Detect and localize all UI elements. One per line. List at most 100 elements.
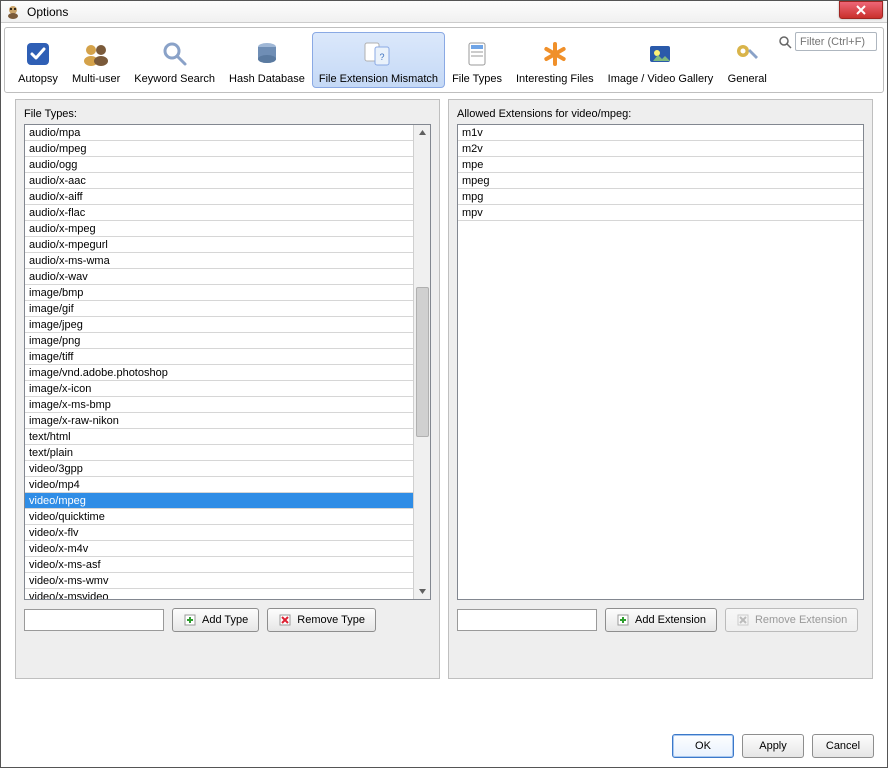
- toolbar-item-autopsy[interactable]: Autopsy: [11, 32, 65, 88]
- apply-button[interactable]: Apply: [742, 734, 804, 758]
- gallery-icon: [640, 37, 680, 71]
- scrollbar-vertical[interactable]: [413, 125, 430, 599]
- filter-area: [778, 32, 877, 51]
- list-item[interactable]: mpg: [458, 189, 863, 205]
- shield-check-icon: [18, 37, 58, 71]
- list-item[interactable]: audio/x-aiff: [25, 189, 413, 205]
- remove-extension-button[interactable]: Remove Extension: [725, 608, 858, 632]
- add-type-input[interactable]: [24, 609, 164, 631]
- toolbar-label: File Types: [452, 73, 502, 85]
- allowed-extensions-list-container: m1vm2vmpempegmpgmpv: [457, 124, 864, 600]
- toolbar-item-keyword-search[interactable]: Keyword Search: [127, 32, 222, 88]
- remove-icon: [736, 613, 750, 627]
- list-item[interactable]: video/x-flv: [25, 525, 413, 541]
- svg-text:?: ?: [380, 52, 385, 62]
- button-label: Remove Type: [297, 614, 365, 626]
- toolbar-label: File Extension Mismatch: [319, 73, 438, 85]
- list-item[interactable]: image/jpeg: [25, 317, 413, 333]
- toolbar-item-multi-user[interactable]: Multi-user: [65, 32, 127, 88]
- scroll-up-icon[interactable]: [415, 125, 430, 140]
- button-label: Add Type: [202, 614, 248, 626]
- add-extension-button[interactable]: Add Extension: [605, 608, 717, 632]
- add-type-button[interactable]: Add Type: [172, 608, 259, 632]
- button-label: Cancel: [826, 740, 860, 752]
- list-item[interactable]: audio/mpa: [25, 125, 413, 141]
- list-item[interactable]: image/x-ms-bmp: [25, 397, 413, 413]
- toolbar-label: Interesting Files: [516, 73, 594, 85]
- magnifier-icon: [155, 37, 195, 71]
- list-item[interactable]: video/x-ms-wmv: [25, 573, 413, 589]
- dialog-footer: OK Apply Cancel: [0, 726, 888, 768]
- toolbar-label: Image / Video Gallery: [608, 73, 714, 85]
- list-item[interactable]: image/bmp: [25, 285, 413, 301]
- toolbar-label: Keyword Search: [134, 73, 215, 85]
- list-item[interactable]: audio/x-aac: [25, 173, 413, 189]
- content-area: File Types: audio/mpaaudio/mpegaudio/ogg…: [15, 99, 873, 679]
- scroll-down-icon[interactable]: [415, 584, 430, 599]
- list-item[interactable]: text/plain: [25, 445, 413, 461]
- allowed-extensions-label: Allowed Extensions for video/mpeg:: [457, 108, 864, 120]
- allowed-extensions-list[interactable]: m1vm2vmpempegmpgmpv: [458, 125, 863, 599]
- file-types-panel: File Types: audio/mpaaudio/mpegaudio/ogg…: [15, 99, 440, 679]
- toolbar-item-file-extension-mismatch[interactable]: ? File Extension Mismatch: [312, 32, 445, 88]
- list-item[interactable]: mpv: [458, 205, 863, 221]
- remove-icon: [278, 613, 292, 627]
- list-item[interactable]: mpeg: [458, 173, 863, 189]
- list-item[interactable]: video/quicktime: [25, 509, 413, 525]
- button-label: Remove Extension: [755, 614, 847, 626]
- file-types-label: File Types:: [24, 108, 431, 120]
- list-item[interactable]: m1v: [458, 125, 863, 141]
- list-item[interactable]: image/x-icon: [25, 381, 413, 397]
- asterisk-icon: [535, 37, 575, 71]
- list-item[interactable]: image/x-raw-nikon: [25, 413, 413, 429]
- add-extension-input[interactable]: [457, 609, 597, 631]
- cancel-button[interactable]: Cancel: [812, 734, 874, 758]
- close-button[interactable]: [839, 1, 883, 19]
- list-item[interactable]: audio/ogg: [25, 157, 413, 173]
- list-item[interactable]: audio/x-mpeg: [25, 221, 413, 237]
- toolbar-item-image-video-gallery[interactable]: Image / Video Gallery: [601, 32, 721, 88]
- toolbar-label: Multi-user: [72, 73, 120, 85]
- list-item[interactable]: video/3gpp: [25, 461, 413, 477]
- toolbar-item-interesting-files[interactable]: Interesting Files: [509, 32, 601, 88]
- button-label: OK: [695, 740, 711, 752]
- remove-type-button[interactable]: Remove Type: [267, 608, 376, 632]
- list-item[interactable]: video/x-m4v: [25, 541, 413, 557]
- toolbar-label: Autopsy: [18, 73, 58, 85]
- toolbar-item-hash-database[interactable]: Hash Database: [222, 32, 312, 88]
- window-title: Options: [27, 5, 68, 19]
- toolbar: Autopsy Multi-user Keyword Search Hash D…: [4, 27, 884, 93]
- list-item[interactable]: video/x-msvideo: [25, 589, 413, 599]
- file-types-buttons: Add Type Remove Type: [24, 608, 431, 632]
- allowed-extensions-panel: Allowed Extensions for video/mpeg: m1vm2…: [448, 99, 873, 679]
- plus-icon: [616, 613, 630, 627]
- list-item[interactable]: text/html: [25, 429, 413, 445]
- scroll-thumb[interactable]: [416, 287, 429, 437]
- filter-input[interactable]: [795, 32, 877, 51]
- list-item[interactable]: image/gif: [25, 301, 413, 317]
- list-item[interactable]: audio/mpeg: [25, 141, 413, 157]
- toolbar-item-file-types[interactable]: File Types: [445, 32, 509, 88]
- list-item[interactable]: video/x-ms-asf: [25, 557, 413, 573]
- toolbar-label: Hash Database: [229, 73, 305, 85]
- list-item[interactable]: image/png: [25, 333, 413, 349]
- list-item[interactable]: audio/x-flac: [25, 205, 413, 221]
- button-label: Apply: [759, 740, 787, 752]
- list-item[interactable]: video/mpeg: [25, 493, 413, 509]
- list-item[interactable]: audio/x-mpegurl: [25, 237, 413, 253]
- ok-button[interactable]: OK: [672, 734, 734, 758]
- list-item[interactable]: m2v: [458, 141, 863, 157]
- file-types-icon: [457, 37, 497, 71]
- list-item[interactable]: image/tiff: [25, 349, 413, 365]
- file-mismatch-icon: ?: [358, 37, 398, 71]
- toolbar-item-general[interactable]: General: [720, 32, 774, 88]
- list-item[interactable]: mpe: [458, 157, 863, 173]
- list-item[interactable]: audio/x-wav: [25, 269, 413, 285]
- file-types-list[interactable]: audio/mpaaudio/mpegaudio/oggaudio/x-aaca…: [25, 125, 413, 599]
- list-item[interactable]: audio/x-ms-wma: [25, 253, 413, 269]
- database-icon: [247, 37, 287, 71]
- allowed-extensions-buttons: Add Extension Remove Extension: [457, 608, 864, 632]
- toolbar-label: General: [728, 73, 767, 85]
- list-item[interactable]: image/vnd.adobe.photoshop: [25, 365, 413, 381]
- list-item[interactable]: video/mp4: [25, 477, 413, 493]
